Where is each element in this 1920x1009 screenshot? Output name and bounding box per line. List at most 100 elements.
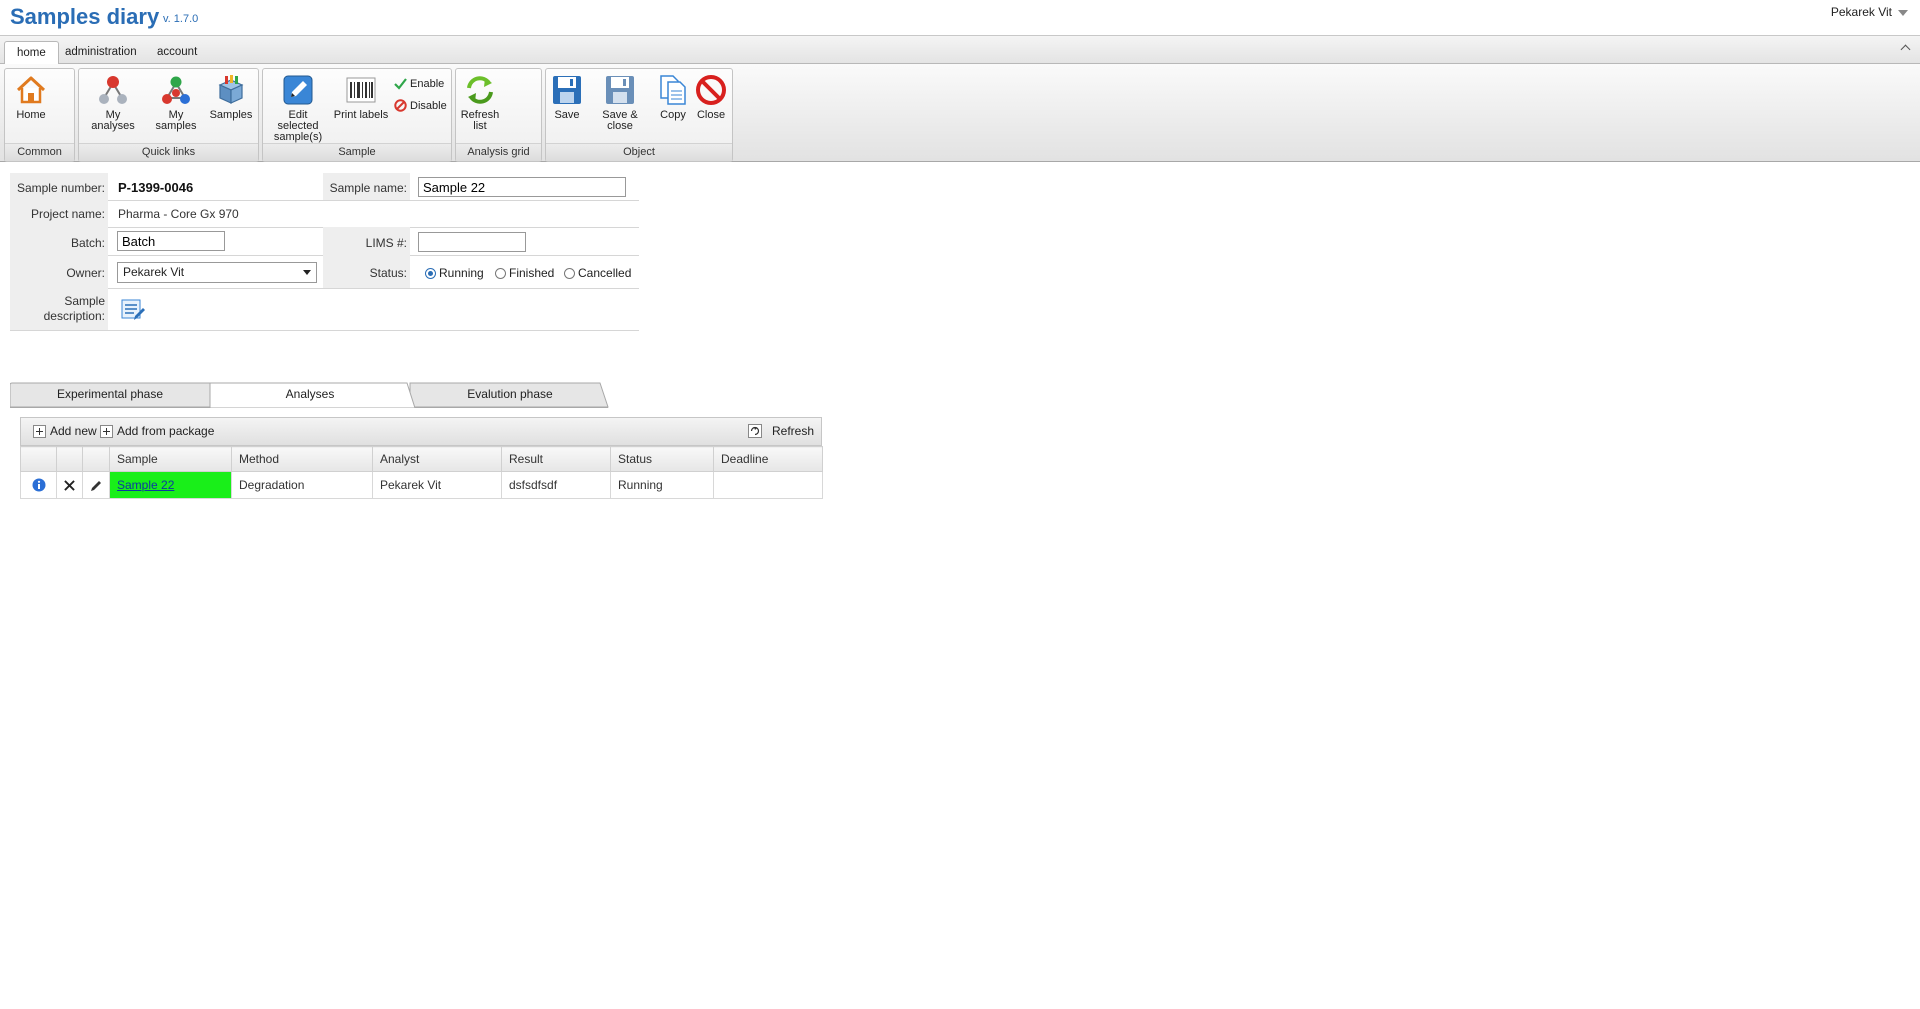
close-label: Close: [696, 109, 726, 121]
phase-tabs: Experimental phase Analyses Evalution ph…: [10, 382, 610, 408]
home-button[interactable]: Home: [11, 73, 51, 121]
chevron-down-icon: [1898, 10, 1908, 16]
cell-method: Degradation: [231, 471, 373, 499]
home-icon: [16, 76, 46, 104]
batch-input[interactable]: [117, 231, 225, 251]
column-header-analyst[interactable]: Analyst: [372, 446, 502, 472]
user-menu[interactable]: Pekarek Vit: [1831, 5, 1908, 19]
save-close-icon: [606, 76, 634, 104]
close-button[interactable]: Close: [693, 73, 729, 121]
analyses-grid-toolbar: Add new Add from package Refresh: [20, 417, 822, 446]
save-close-label: Save & close: [602, 109, 638, 132]
radio-unchecked-icon: [564, 267, 575, 279]
save-disk-icon: [553, 76, 581, 104]
ribbon-group-quick-links: My analyses My samples Samples Quick lin…: [78, 68, 259, 162]
sample-number-value: P-1399-0046: [118, 180, 194, 195]
samples-label: Samples: [209, 109, 253, 121]
refresh-list-button[interactable]: Refresh list: [458, 73, 502, 132]
tab-administration[interactable]: administration: [53, 41, 149, 64]
samples-box-icon: [218, 75, 244, 104]
ribbon-group-common: Home Common: [4, 68, 75, 162]
owner-label: Owner:: [66, 266, 105, 280]
cell-analyst: Pekarek Vit: [372, 471, 502, 499]
dropdown-arrow-icon: [303, 270, 311, 275]
save-close-button[interactable]: Save & close: [588, 73, 652, 132]
print-labels-button[interactable]: Print labels: [333, 73, 389, 121]
tab-experimental-phase[interactable]: Experimental phase: [10, 382, 210, 407]
ribbon-tabstrip: home administration account: [0, 35, 1920, 65]
grid-refresh-button[interactable]: Refresh: [748, 424, 814, 438]
save-label: Save: [554, 109, 580, 121]
cell-deadline: [713, 471, 823, 499]
column-header-sample[interactable]: Sample: [109, 446, 232, 472]
print-labels-label: Print labels: [333, 109, 389, 121]
add-new-label: Add new: [50, 424, 97, 438]
tab-evalution-phase[interactable]: Evalution phase: [415, 382, 605, 407]
table-row: Sample 22 Degradation Pekarek Vit dsfsdf…: [20, 471, 823, 499]
grid-header-row: Sample Method Analyst Result Status Dead…: [20, 446, 823, 472]
enable-label: Enable: [410, 77, 445, 90]
edit-pencil-icon[interactable]: [90, 480, 102, 492]
owner-select[interactable]: Pekarek Vit: [117, 262, 317, 283]
lims-input[interactable]: [418, 232, 526, 252]
my-analyses-label: My analyses: [91, 109, 135, 132]
samples-button[interactable]: Samples: [209, 73, 253, 121]
cell-sample: Sample 22: [109, 471, 232, 499]
add-from-package-button[interactable]: Add from package: [100, 424, 214, 438]
refresh-icon: [748, 424, 762, 438]
add-from-package-label: Add from package: [117, 424, 215, 438]
group-label-sample: Sample: [263, 143, 451, 161]
refresh-list-label: Refresh list: [460, 109, 500, 132]
status-radio-finished[interactable]: Finished: [495, 266, 554, 280]
lims-label: LIMS #:: [365, 236, 407, 250]
owner-selected-value: Pekarek Vit: [123, 265, 185, 279]
status-radio-cancelled[interactable]: Cancelled: [564, 266, 631, 280]
analyses-grid: Sample Method Analyst Result Status Dead…: [20, 446, 823, 499]
my-samples-button[interactable]: My samples: [147, 73, 205, 132]
form-row-owner: Owner: Pekarek Vit Status: Running Finis…: [10, 255, 639, 289]
column-header-result[interactable]: Result: [501, 446, 611, 472]
ribbon: Home Common My analyses My samples Sampl…: [0, 64, 1920, 162]
copy-button[interactable]: Copy: [656, 73, 690, 121]
sample-link[interactable]: Sample 22: [117, 478, 174, 492]
checkmark-icon: [394, 78, 407, 90]
barcode-icon: [346, 77, 376, 103]
my-analyses-button[interactable]: My analyses: [83, 73, 143, 132]
tab-home[interactable]: home: [4, 41, 59, 65]
status-label: Status:: [369, 266, 407, 280]
column-header-deadline[interactable]: Deadline: [713, 446, 823, 472]
my-samples-label: My samples: [155, 109, 197, 132]
tab-analyses[interactable]: Analyses: [210, 382, 410, 407]
plus-icon: [100, 424, 113, 438]
cell-result: dsfsdfsdf: [501, 471, 611, 499]
info-icon[interactable]: [32, 478, 46, 492]
group-label-common: Common: [5, 143, 74, 161]
home-label: Home: [16, 109, 46, 121]
radio-checked-icon: [425, 267, 436, 279]
app-title: Samples diary: [10, 4, 160, 29]
edit-selected-button[interactable]: Edit selected sample(s): [267, 73, 329, 143]
add-new-button[interactable]: Add new: [33, 424, 97, 438]
edit-description-icon[interactable]: [120, 297, 146, 323]
plus-icon: [33, 424, 46, 438]
disable-button[interactable]: Disable: [394, 99, 447, 112]
edit-pencil-icon: [283, 75, 313, 105]
tab-account[interactable]: account: [145, 41, 209, 64]
sample-number-label: Sample number:: [16, 181, 105, 195]
copy-icon: [660, 75, 686, 105]
status-option-label: Finished: [509, 266, 555, 280]
delete-x-icon[interactable]: [64, 480, 75, 492]
save-button[interactable]: Save: [550, 73, 584, 121]
title-bar: Samples diary v. 1.7.0 Pekarek Vit: [0, 0, 1920, 34]
sample-name-input[interactable]: [418, 177, 626, 197]
group-label-object: Object: [546, 143, 732, 161]
molecule-color-icon: [162, 76, 190, 104]
column-header-method[interactable]: Method: [231, 446, 373, 472]
sample-description-label: Sample description:: [43, 294, 105, 323]
status-radio-running[interactable]: Running: [425, 266, 484, 280]
enable-button[interactable]: Enable: [394, 77, 444, 90]
column-header-status[interactable]: Status: [610, 446, 714, 472]
edit-selected-label: Edit selected sample(s): [273, 109, 323, 143]
project-name-value: Pharma - Core Gx 970: [118, 207, 239, 221]
collapse-ribbon-icon[interactable]: [1900, 42, 1912, 54]
